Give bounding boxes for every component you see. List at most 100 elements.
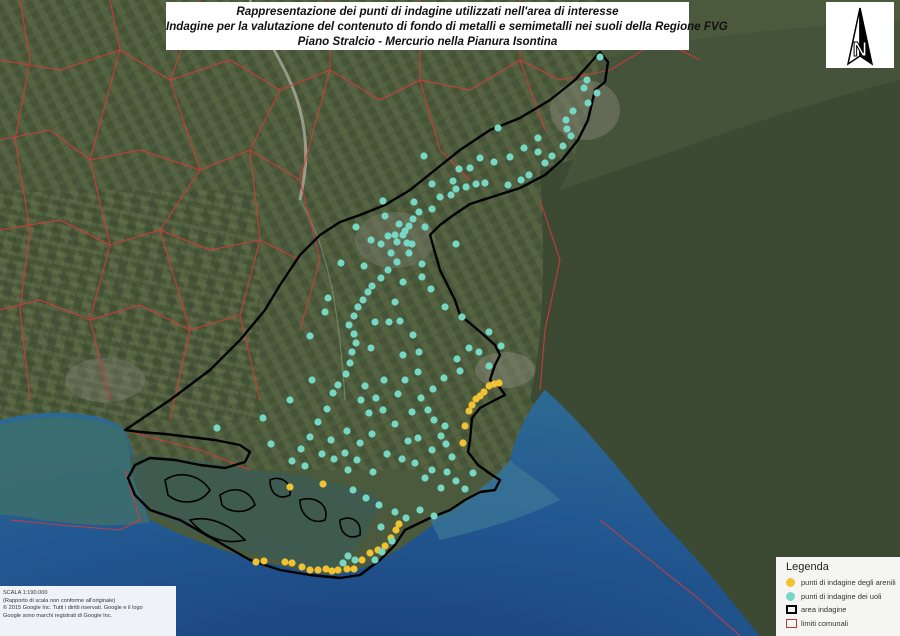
soil-survey-point xyxy=(418,260,426,268)
map-title: Rappresentazione dei punti di indagine u… xyxy=(166,2,728,50)
soil-survey-point xyxy=(385,318,393,326)
soil-survey-point xyxy=(360,262,368,270)
soil-survey-point xyxy=(497,342,505,350)
soil-survey-point xyxy=(371,318,379,326)
soil-survey-point xyxy=(455,165,463,173)
legend-label: limiti comunali xyxy=(801,618,849,628)
soil-survey-point xyxy=(337,259,345,267)
beach-survey-point xyxy=(334,566,342,574)
copyright-line-1: © 2015 Google Inc. Tutti i diritti riser… xyxy=(3,605,143,612)
soil-survey-point xyxy=(461,485,469,493)
soil-survey-point xyxy=(323,405,331,413)
beach-survey-point xyxy=(252,558,260,566)
soil-survey-point xyxy=(318,450,326,458)
soil-survey-point xyxy=(321,308,329,316)
soil-survey-point xyxy=(430,416,438,424)
urban-area-monfalcone xyxy=(475,352,535,388)
soil-survey-point xyxy=(428,205,436,213)
soil-survey-point xyxy=(440,374,448,382)
soil-survey-point xyxy=(567,132,575,140)
beach-survey-point xyxy=(459,439,467,447)
soil-survey-point xyxy=(372,394,380,402)
legend-label: punti di indagine degli arenili xyxy=(801,578,896,588)
soil-survey-point xyxy=(391,420,399,428)
legend-item-soil-points: punti di indagine dei uoli xyxy=(786,590,900,604)
beach-survey-point xyxy=(366,549,374,557)
soil-survey-point xyxy=(414,434,422,442)
soil-survey-point xyxy=(342,370,350,378)
soil-survey-point xyxy=(377,274,385,282)
title-line-3: Piano Stralcio - Mercurio nella Pianura … xyxy=(297,35,558,48)
soil-survey-point xyxy=(569,107,577,115)
soil-survey-point xyxy=(415,208,423,216)
soil-survey-point xyxy=(410,198,418,206)
soil-survey-point xyxy=(476,154,484,162)
beach-survey-point xyxy=(314,566,322,574)
soil-survey-point xyxy=(485,328,493,336)
soil-survey-point xyxy=(384,232,392,240)
soil-survey-point xyxy=(421,223,429,231)
soil-survey-point xyxy=(379,406,387,414)
soil-survey-point xyxy=(359,296,367,304)
soil-survey-point xyxy=(377,523,385,531)
soil-survey-point xyxy=(430,512,438,520)
soil-survey-point xyxy=(452,185,460,193)
north-letter: N xyxy=(853,39,867,61)
soil-survey-point xyxy=(380,376,388,384)
soil-survey-point xyxy=(368,430,376,438)
soil-survey-point xyxy=(381,212,389,220)
soil-survey-point xyxy=(449,177,457,185)
soil-survey-point xyxy=(352,223,360,231)
soil-survey-point xyxy=(345,321,353,329)
legend-item-municipal-limits: limiti comunali xyxy=(786,617,900,631)
beach-survey-point xyxy=(468,401,476,409)
beach-survey-point xyxy=(298,563,306,571)
soil-survey-point xyxy=(401,376,409,384)
soil-survey-point xyxy=(517,176,525,184)
soil-survey-point xyxy=(341,449,349,457)
soil-survey-point xyxy=(534,134,542,142)
soil-survey-point xyxy=(346,359,354,367)
legend-title: Legenda xyxy=(786,561,829,573)
soil-survey-point xyxy=(259,414,267,422)
soil-survey-point xyxy=(415,348,423,356)
soil-survey-point xyxy=(428,180,436,188)
soil-survey-point xyxy=(402,514,410,522)
black-outline-icon xyxy=(786,605,797,615)
soil-survey-point xyxy=(378,548,386,556)
soil-survey-point xyxy=(329,389,337,397)
soil-survey-point xyxy=(352,339,360,347)
soil-survey-point xyxy=(356,439,364,447)
soil-survey-point xyxy=(417,394,425,402)
title-line-2: Indagine per la valutazione del contenut… xyxy=(166,20,728,33)
soil-survey-point xyxy=(520,144,528,152)
soil-survey-point xyxy=(494,124,502,132)
soil-survey-point xyxy=(456,367,464,375)
soil-survey-point xyxy=(369,468,377,476)
soil-survey-point xyxy=(353,456,361,464)
soil-survey-point xyxy=(301,462,309,470)
soil-survey-point xyxy=(267,440,275,448)
soil-survey-point xyxy=(401,227,409,235)
beach-survey-point xyxy=(461,422,469,430)
soil-survey-point xyxy=(398,455,406,463)
soil-survey-point xyxy=(354,303,362,311)
soil-survey-point xyxy=(421,474,429,482)
beach-survey-point xyxy=(319,480,327,488)
soil-survey-point xyxy=(472,180,480,188)
satellite-map[interactable] xyxy=(0,0,900,636)
soil-survey-point xyxy=(367,236,375,244)
soil-survey-point xyxy=(330,455,338,463)
soil-survey-point xyxy=(375,501,383,509)
soil-survey-point xyxy=(403,239,411,247)
soil-survey-point xyxy=(379,197,387,205)
soil-survey-point xyxy=(541,159,549,167)
soil-survey-point xyxy=(441,422,449,430)
beach-survey-point xyxy=(281,558,289,566)
soil-survey-point xyxy=(399,278,407,286)
beach-survey-point xyxy=(495,379,503,387)
beach-survey-point xyxy=(480,388,488,396)
soil-survey-point xyxy=(391,231,399,239)
soil-survey-point xyxy=(448,453,456,461)
legend-item-survey-area: area indagine xyxy=(786,603,900,617)
